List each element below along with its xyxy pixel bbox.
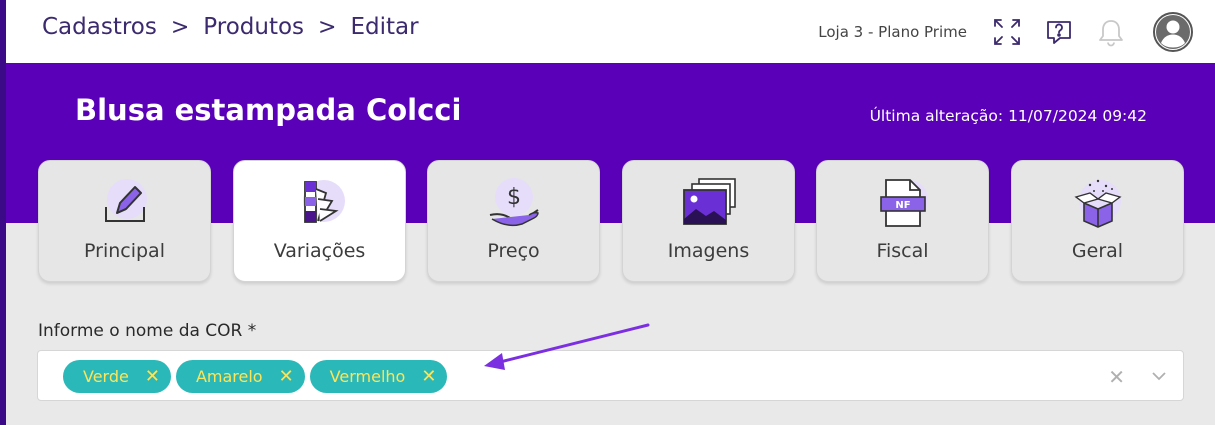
top-bar: Cadastros > Produtos > Editar Loja 3 - P…	[6, 0, 1215, 63]
breadcrumb-separator: >	[170, 14, 190, 40]
svg-text:NF: NF	[895, 200, 910, 211]
chip-label: Vermelho	[329, 367, 406, 386]
tab-label: Variações	[273, 240, 366, 262]
images-icon	[679, 177, 739, 229]
tab-geral[interactable]: Geral	[1011, 160, 1184, 282]
user-avatar-icon[interactable]	[1153, 11, 1193, 52]
chevron-down-icon[interactable]	[1151, 364, 1167, 390]
svg-text:$: $	[507, 185, 521, 210]
open-box-icon	[1068, 177, 1128, 229]
breadcrumb-produtos[interactable]: Produtos	[203, 14, 304, 40]
color-multiselect[interactable]: Verde ✕ Amarelo ✕ Vermelho ✕ ✕	[37, 350, 1184, 401]
edit-pencil-icon	[95, 177, 155, 229]
fullscreen-icon[interactable]	[990, 15, 1024, 49]
last-change-timestamp: Última alteração: 11/07/2024 09:42	[869, 107, 1147, 125]
tab-label: Fiscal	[876, 240, 929, 262]
help-icon[interactable]	[1042, 15, 1076, 49]
remove-chip-icon[interactable]: ✕	[421, 366, 436, 387]
chip-verde: Verde ✕	[63, 360, 171, 393]
bell-icon[interactable]	[1094, 15, 1128, 49]
clear-all-icon[interactable]: ✕	[1108, 365, 1125, 389]
remove-chip-icon[interactable]: ✕	[279, 366, 294, 387]
tab-label: Preço	[487, 240, 540, 262]
tab-preco[interactable]: $ Preço	[427, 160, 600, 282]
chip-label: Amarelo	[195, 367, 263, 386]
color-field-label: Informe o nome da COR *	[38, 321, 257, 341]
selected-colors: Verde ✕ Amarelo ✕ Vermelho ✕	[63, 360, 448, 393]
store-plan-label[interactable]: Loja 3 - Plano Prime	[818, 23, 967, 41]
tab-principal[interactable]: Principal	[38, 160, 211, 282]
nf-document-icon: NF	[873, 177, 933, 229]
product-title: Blusa estampada Colcci	[75, 93, 462, 127]
chip-vermelho: Vermelho ✕	[309, 360, 448, 393]
breadcrumb-separator: >	[318, 14, 337, 40]
header-actions: Loja 3 - Plano Prime	[818, 0, 1215, 63]
tab-imagens[interactable]: Imagens	[622, 160, 795, 282]
price-hand-icon: $	[484, 177, 544, 229]
tab-variacoes[interactable]: Variações	[233, 160, 406, 282]
breadcrumb-editar: Editar	[350, 14, 419, 40]
remove-chip-icon[interactable]: ✕	[145, 366, 160, 387]
color-swatch-icon	[290, 177, 350, 229]
breadcrumb-cadastros[interactable]: Cadastros	[42, 14, 157, 40]
tab-fiscal[interactable]: NF Fiscal	[816, 160, 989, 282]
breadcrumb: Cadastros > Produtos > Editar	[42, 14, 419, 40]
chip-amarelo: Amarelo ✕	[175, 360, 305, 393]
tab-label: Principal	[84, 240, 165, 262]
chip-label: Verde	[83, 367, 129, 386]
tab-label: Imagens	[667, 240, 750, 262]
tab-label: Geral	[1071, 240, 1124, 262]
left-edge-bar	[0, 0, 6, 425]
